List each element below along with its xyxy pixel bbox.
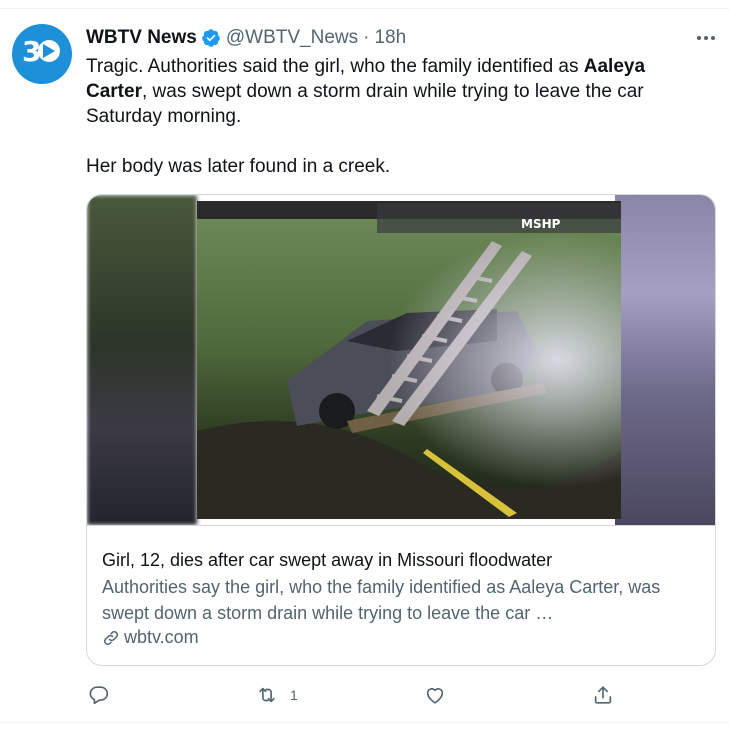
share-button[interactable] xyxy=(592,680,614,710)
card-description: Authorities say the girl, who the family… xyxy=(102,577,661,623)
tweet-text-paragraph-2: Her body was later found in a creek. xyxy=(86,156,391,177)
tweet-actions: 1 xyxy=(86,680,716,710)
heart-icon xyxy=(426,688,444,704)
link-card[interactable]: MSHP Girl, 12, dies after car swept away… xyxy=(86,194,716,666)
retweet-icon xyxy=(259,687,275,703)
avatar-logo: 3 xyxy=(20,35,64,73)
link-icon xyxy=(103,630,119,645)
tweet-timestamp[interactable]: 18h xyxy=(374,27,406,49)
card-title[interactable]: Girl, 12, dies after car swept away in M… xyxy=(102,550,552,571)
author-handle[interactable]: @WBTV_News xyxy=(226,27,358,49)
avatar[interactable]: 3 xyxy=(12,24,72,84)
tweet-text-part2: , was swept down a storm drain while try… xyxy=(86,81,644,127)
tweet-text-part1: Tragic. Authorities said the girl, who t… xyxy=(86,56,584,77)
card-domain[interactable]: wbtv.com xyxy=(102,627,199,648)
dot-separator: · xyxy=(363,27,370,48)
reply-button[interactable] xyxy=(88,680,110,710)
card-domain-text: wbtv.com xyxy=(124,627,199,647)
tweet-header: WBTV News @WBTV_News · 18h xyxy=(86,26,406,50)
reply-icon xyxy=(89,686,109,705)
retweet-button[interactable]: 1 xyxy=(256,680,298,710)
image-blur-left xyxy=(87,195,197,525)
verified-badge-icon xyxy=(202,29,220,47)
more-options-icon[interactable] xyxy=(694,26,718,50)
image-blur-right xyxy=(615,195,715,525)
like-button[interactable] xyxy=(424,680,446,710)
card-body[interactable]: Girl, 12, dies after car swept away in M… xyxy=(87,525,715,665)
share-icon xyxy=(594,686,612,704)
tweet-text: Tragic. Authorities said the girl, who t… xyxy=(86,54,706,179)
author-name[interactable]: WBTV News xyxy=(86,27,197,49)
retweet-count: 1 xyxy=(290,687,298,703)
top-divider xyxy=(0,8,729,9)
svg-text:3: 3 xyxy=(22,36,40,66)
image-watermark: MSHP xyxy=(521,217,561,231)
car-in-ditch-photo xyxy=(197,201,621,519)
card-image[interactable]: MSHP xyxy=(87,195,715,525)
bottom-divider xyxy=(0,722,729,723)
